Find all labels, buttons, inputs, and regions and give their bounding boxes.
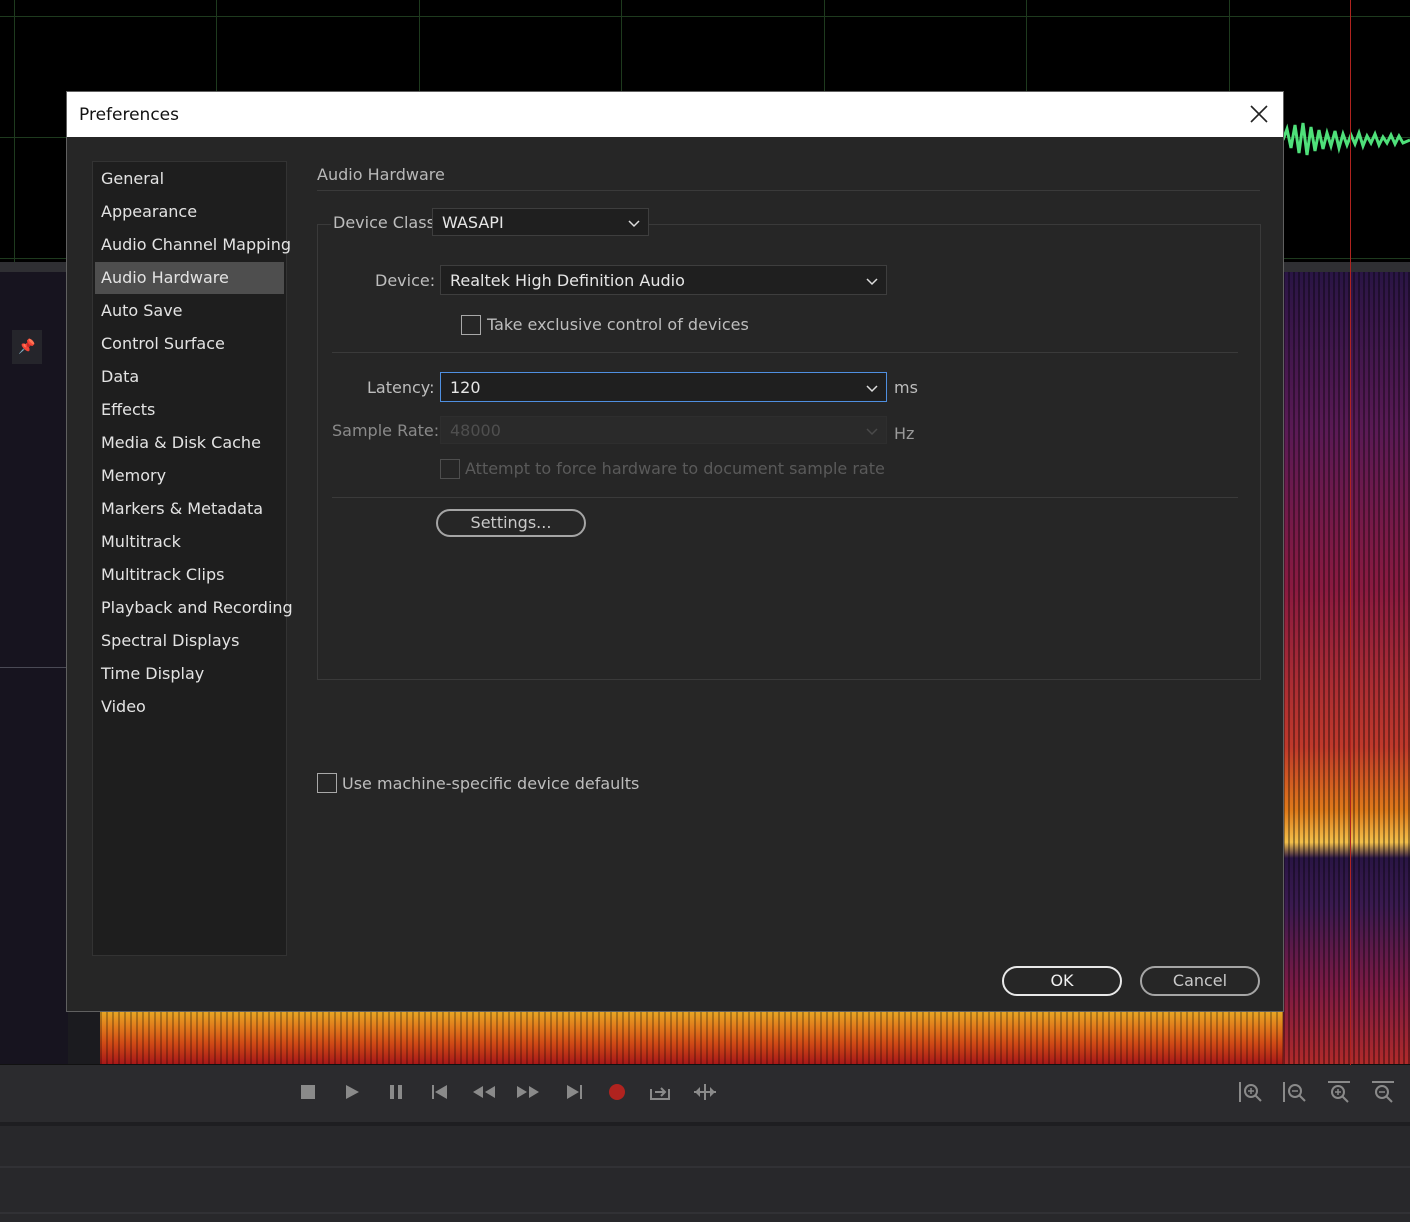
- machine-defaults-label: Use machine-specific device defaults: [342, 774, 640, 793]
- separator: [332, 497, 1238, 498]
- force-sample-rate-checkbox[interactable]: [440, 459, 460, 479]
- nav-item-auto-save[interactable]: Auto Save: [95, 295, 284, 327]
- sample-rate-value: 48000: [450, 421, 501, 440]
- nav-item-audio-channel-mapping[interactable]: Audio Channel Mapping: [95, 229, 291, 261]
- section-divider: [317, 190, 1260, 191]
- nav-item-markers-metadata[interactable]: Markers & Metadata: [95, 493, 284, 525]
- skip-selection-icon[interactable]: [692, 1080, 716, 1104]
- dialog-title: Preferences: [79, 105, 179, 125]
- zoom-in-amplitude-icon[interactable]: [1238, 1080, 1264, 1104]
- pin-icon[interactable]: 📌: [12, 330, 42, 364]
- nav-item-appearance[interactable]: Appearance: [95, 196, 284, 228]
- nav-item-general[interactable]: General: [95, 163, 284, 195]
- settings-button[interactable]: Settings...: [436, 509, 586, 537]
- zoom-out-time-icon[interactable]: [1370, 1080, 1396, 1104]
- nav-item-playback-recording[interactable]: Playback and Recording: [95, 592, 293, 624]
- spectral-display-left[interactable]: [0, 272, 68, 1064]
- exclusive-control-label: Take exclusive control of devices: [487, 315, 749, 334]
- latency-label: Latency:: [367, 378, 435, 397]
- record-icon[interactable]: [605, 1080, 629, 1104]
- waveform: [1283, 122, 1410, 156]
- exclusive-control-checkbox[interactable]: [461, 315, 481, 335]
- spectral-display-bottom[interactable]: [100, 1012, 1283, 1064]
- device-dropdown[interactable]: Realtek High Definition Audio: [440, 265, 887, 295]
- nav-item-data[interactable]: Data: [95, 361, 284, 393]
- device-label: Device:: [375, 271, 436, 290]
- sample-rate-label: Sample Rate:: [332, 421, 440, 440]
- stop-icon[interactable]: [296, 1080, 320, 1104]
- fast-forward-icon[interactable]: [516, 1080, 540, 1104]
- close-icon[interactable]: [1249, 104, 1269, 124]
- nav-item-time-display[interactable]: Time Display: [95, 658, 284, 690]
- force-sample-rate-label: Attempt to force hardware to document sa…: [465, 459, 885, 478]
- device-class-dropdown[interactable]: WASAPI: [432, 208, 649, 236]
- nav-item-effects[interactable]: Effects: [95, 394, 284, 426]
- nav-item-multitrack-clips[interactable]: Multitrack Clips: [95, 559, 284, 591]
- cancel-button[interactable]: Cancel: [1140, 966, 1260, 996]
- latency-unit: ms: [894, 378, 918, 397]
- chevron-down-icon: [866, 385, 878, 393]
- device-value: Realtek High Definition Audio: [450, 271, 685, 290]
- preferences-nav: General Appearance Audio Channel Mapping…: [92, 161, 293, 956]
- nav-item-audio-hardware[interactable]: Audio Hardware: [95, 262, 284, 294]
- nav-item-control-surface[interactable]: Control Surface: [95, 328, 284, 360]
- latency-dropdown[interactable]: 120: [440, 372, 887, 402]
- nav-item-video[interactable]: Video: [95, 691, 284, 723]
- play-icon[interactable]: [340, 1080, 364, 1104]
- nav-item-spectral-displays[interactable]: Spectral Displays: [95, 625, 284, 657]
- panel-divider: [0, 1122, 1410, 1126]
- machine-defaults-checkbox[interactable]: [317, 773, 337, 793]
- skip-to-end-icon[interactable]: [562, 1080, 586, 1104]
- dialog-titlebar[interactable]: Preferences: [67, 92, 1283, 137]
- skip-to-start-icon[interactable]: [428, 1080, 452, 1104]
- chevron-down-icon: [866, 278, 878, 286]
- nav-item-media-disk-cache[interactable]: Media & Disk Cache: [95, 427, 284, 459]
- device-class-value: WASAPI: [442, 213, 504, 232]
- section-title: Audio Hardware: [317, 165, 445, 184]
- zoom-in-time-icon[interactable]: [1326, 1080, 1352, 1104]
- grid-line: [0, 16, 1410, 17]
- grid-line: [14, 0, 15, 262]
- pause-icon[interactable]: [384, 1080, 408, 1104]
- panel-divider: [0, 1166, 1410, 1168]
- panel-divider: [0, 1212, 1410, 1214]
- ok-button[interactable]: OK: [1002, 966, 1122, 996]
- chevron-down-icon: [866, 428, 878, 436]
- latency-value: 120: [450, 378, 481, 397]
- playhead[interactable]: [1350, 0, 1351, 1065]
- sample-rate-dropdown[interactable]: 48000: [440, 416, 887, 444]
- chevron-down-icon: [628, 220, 640, 228]
- separator: [332, 352, 1238, 353]
- nav-item-multitrack[interactable]: Multitrack: [95, 526, 284, 558]
- loop-playback-icon[interactable]: [648, 1080, 672, 1104]
- preferences-dialog: Preferences General Appearance Audio Cha…: [66, 91, 1284, 1012]
- lower-panel: [0, 1122, 1410, 1222]
- nav-item-memory[interactable]: Memory: [95, 460, 284, 492]
- zoom-out-amplitude-icon[interactable]: [1282, 1080, 1308, 1104]
- rewind-icon[interactable]: [472, 1080, 496, 1104]
- sample-rate-unit: Hz: [894, 424, 915, 443]
- channel-divider: [0, 667, 68, 668]
- device-class-label: Device Class:: [331, 213, 443, 232]
- spectral-display-right[interactable]: [1283, 272, 1410, 1064]
